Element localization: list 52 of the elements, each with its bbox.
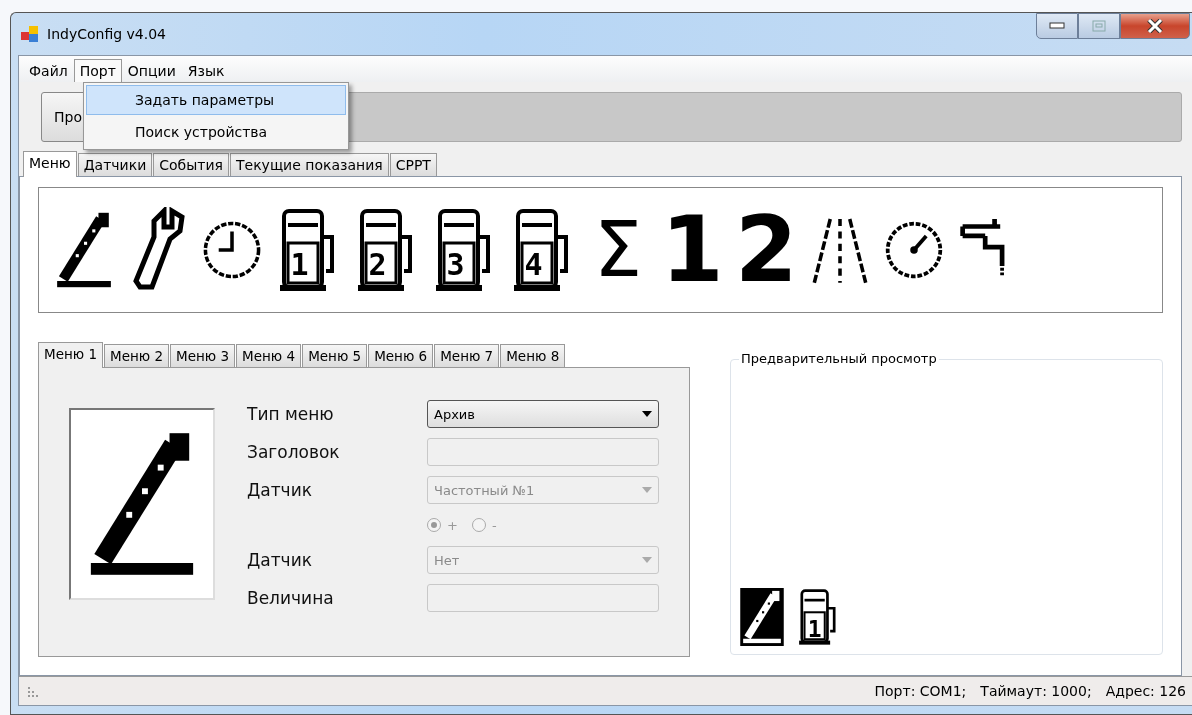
field-label: Величина bbox=[247, 587, 335, 610]
field-label: Датчик bbox=[247, 479, 313, 502]
resize-grip-icon bbox=[27, 684, 39, 698]
tab[interactable]: Меню 6 bbox=[368, 344, 434, 367]
tab[interactable]: Меню 1 bbox=[38, 342, 104, 368]
caret-icon bbox=[642, 411, 652, 417]
menu-item[interactable]: Язык bbox=[181, 59, 231, 82]
window-title: IndyConfig v4.04 bbox=[47, 26, 166, 42]
tab[interactable]: Меню 5 bbox=[302, 344, 368, 367]
status-text: Таймаут: 1000; bbox=[980, 683, 1092, 699]
pump-number: 4 bbox=[523, 246, 544, 284]
symbol-glyph[interactable]: 2 bbox=[735, 207, 797, 293]
tab[interactable]: Меню 4 bbox=[236, 344, 302, 367]
radio-label: - bbox=[491, 517, 497, 533]
field-label: Датчик bbox=[247, 549, 313, 572]
dropdown-field: Нет bbox=[427, 546, 659, 574]
tab[interactable]: Меню 8 bbox=[500, 344, 566, 367]
tab[interactable]: События bbox=[153, 153, 229, 176]
tab[interactable]: Меню 3 bbox=[170, 344, 236, 367]
menu-item[interactable]: Опции bbox=[121, 59, 182, 82]
field-label: Тип меню bbox=[247, 403, 335, 426]
maximize-button[interactable] bbox=[1078, 13, 1120, 39]
symbol-glyph[interactable]: 1 bbox=[661, 207, 723, 293]
tab[interactable]: Датчики bbox=[77, 153, 153, 176]
minimize-button[interactable] bbox=[1036, 13, 1078, 39]
close-icon bbox=[1147, 19, 1163, 33]
tab[interactable]: Текущие показания bbox=[229, 153, 389, 176]
status-text: Порт: COM1; bbox=[874, 683, 967, 699]
minimize-icon bbox=[1049, 22, 1065, 30]
field-label: Заголовок bbox=[247, 441, 341, 464]
caret-icon bbox=[642, 487, 652, 493]
tab[interactable]: Меню bbox=[23, 151, 77, 177]
menu-item[interactable]: Задать параметры bbox=[86, 85, 346, 115]
radio-label: + bbox=[447, 517, 458, 533]
pump-number: 2 bbox=[367, 246, 388, 284]
pump-number: 3 bbox=[445, 246, 466, 284]
menu-item[interactable]: Файл bbox=[23, 59, 74, 82]
maximize-icon bbox=[1092, 20, 1106, 32]
tab[interactable]: Меню 2 bbox=[104, 344, 170, 367]
tab[interactable]: CPPT bbox=[389, 153, 437, 176]
pump-number: 1 bbox=[289, 246, 310, 284]
dropdown-field: Частотный №1 bbox=[427, 476, 659, 504]
group-title: Предварительный просмотр bbox=[739, 351, 939, 366]
close-button[interactable] bbox=[1120, 13, 1190, 39]
menu-item[interactable]: Поиск устройства bbox=[86, 117, 346, 147]
dropdown-field[interactable]: Архив bbox=[427, 400, 659, 428]
symbol-glyph[interactable]: Σ bbox=[587, 207, 649, 293]
tab[interactable]: Меню 7 bbox=[434, 344, 500, 367]
caret-icon bbox=[642, 557, 652, 563]
menu-item[interactable]: Порт bbox=[73, 59, 122, 82]
app-icon bbox=[21, 26, 39, 42]
status-text: Адрес: 126 bbox=[1105, 683, 1186, 699]
